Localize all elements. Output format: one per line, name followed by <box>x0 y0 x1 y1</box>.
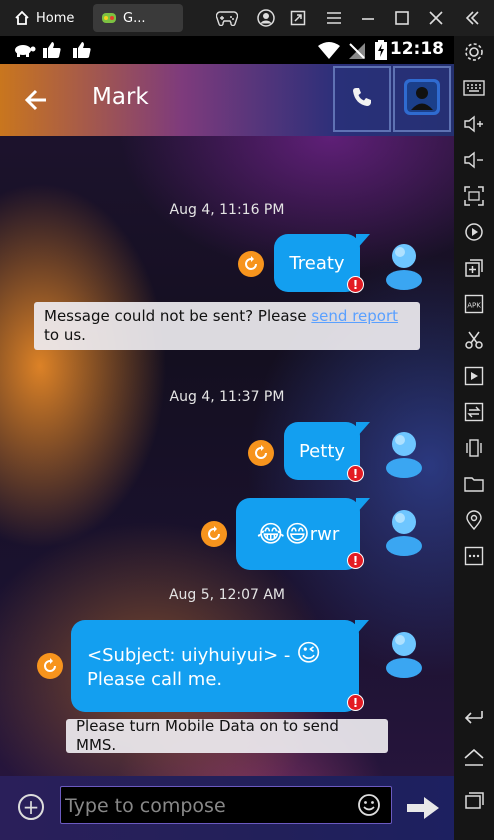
folder-icon[interactable] <box>462 472 486 496</box>
contact-name: Mark <box>92 84 149 110</box>
turtle-icon <box>12 42 36 62</box>
error-icon: ! <box>347 694 364 711</box>
message-date: Aug 4, 11:37 PM <box>169 389 285 405</box>
shake-icon[interactable] <box>462 436 486 460</box>
no-signal-icon <box>348 42 366 64</box>
contact-button[interactable] <box>393 66 451 132</box>
volume-down-icon[interactable] <box>462 148 486 172</box>
location-icon[interactable] <box>462 508 486 532</box>
sender-avatar-icon <box>384 630 424 678</box>
settings-icon[interactable] <box>462 40 486 64</box>
contact-avatar-icon <box>402 77 442 121</box>
wifi-icon <box>318 42 340 64</box>
emoji: 😉 <box>296 638 322 667</box>
message-subject: <Subject: uiyhuiyui> - <box>87 644 297 666</box>
error-icon: ! <box>347 465 364 482</box>
thumbs-up-icon <box>72 40 92 64</box>
tab-home-label: Home <box>36 10 75 26</box>
retry-icon[interactable] <box>248 440 274 466</box>
message-text: rwr <box>309 523 340 545</box>
close-icon[interactable] <box>424 6 448 30</box>
compose-bar: + <box>0 776 454 840</box>
error-icon: ! <box>347 552 364 569</box>
message-text: Petty <box>298 440 346 462</box>
volume-up-icon[interactable] <box>462 112 486 136</box>
svg-text:APK: APK <box>467 302 481 310</box>
phone-screen: 12:18 Mark Aug 4, 11:16 PM Treaty ! Mess… <box>0 36 454 840</box>
status-time: 12:18 <box>389 39 444 59</box>
send-failed-text-end: to us. <box>44 326 86 344</box>
minimize-icon[interactable] <box>356 6 380 30</box>
add-attachment-button[interactable]: + <box>18 794 44 820</box>
rotate-icon[interactable] <box>462 220 486 244</box>
back-icon[interactable] <box>462 704 486 728</box>
home-icon <box>14 10 30 26</box>
emulator-sidebar: APK <box>454 36 494 840</box>
apk-icon[interactable]: APK <box>462 292 486 316</box>
sender-avatar-icon <box>384 430 424 478</box>
game-app-icon <box>101 10 117 26</box>
video-icon[interactable] <box>462 364 486 388</box>
send-failed-text: Message could not be sent? Please <box>44 307 312 325</box>
tab-home[interactable]: Home <box>6 4 88 32</box>
screenshot-icon[interactable] <box>462 184 486 208</box>
back-arrow-icon[interactable] <box>20 82 56 118</box>
tab-game-label: G... <box>123 10 146 26</box>
sync-icon[interactable] <box>462 400 486 424</box>
message-text: Please call me. <box>87 668 223 690</box>
collapse-sidebar-icon[interactable] <box>460 6 484 30</box>
recent-apps-icon[interactable] <box>462 788 486 812</box>
gamepad-icon[interactable] <box>215 6 239 30</box>
message-date: Aug 5, 12:07 AM <box>168 587 286 603</box>
battery-charging-icon <box>375 40 387 64</box>
maximize-icon[interactable] <box>390 6 414 30</box>
send-report-link[interactable]: send report <box>311 307 398 325</box>
compose-input[interactable] <box>65 791 351 821</box>
status-bar: 12:18 <box>0 36 454 64</box>
compose-field[interactable] <box>60 786 392 824</box>
more-icon[interactable] <box>462 544 486 568</box>
call-button[interactable] <box>333 66 391 132</box>
phone-icon <box>351 86 373 112</box>
conversation-header: Mark <box>0 64 454 136</box>
account-icon[interactable] <box>254 6 278 30</box>
thumbs-up-icon <box>42 40 62 64</box>
retry-icon[interactable] <box>37 653 63 679</box>
add-window-icon[interactable] <box>462 256 486 280</box>
retry-icon[interactable] <box>201 521 227 547</box>
message-text: Treaty <box>289 252 345 274</box>
error-icon: ! <box>347 276 364 293</box>
scissors-icon[interactable] <box>462 328 486 352</box>
retry-icon[interactable] <box>238 251 264 277</box>
send-arrow-icon[interactable] <box>406 796 440 820</box>
message-date: Aug 4, 11:16 PM <box>169 202 285 218</box>
emoji: 😂 <box>256 520 285 548</box>
message-bubble[interactable]: <Subject: uiyhuiyui> - 😉 Please call me. <box>71 620 369 712</box>
mobile-data-notice: Please turn Mobile Data on to send MMS. <box>66 717 388 754</box>
mobile-data-text: Please turn Mobile Data on to send MMS. <box>76 717 339 754</box>
send-failed-notice: Message could not be sent? Please send r… <box>34 302 420 350</box>
sender-avatar-icon <box>384 508 424 556</box>
emoji: 😄 <box>284 520 310 548</box>
emulator-title-bar: Home G... <box>0 0 494 36</box>
expand-icon[interactable] <box>286 6 310 30</box>
emoji-icon[interactable] <box>357 793 381 817</box>
home-icon[interactable] <box>462 746 486 770</box>
keyboard-icon[interactable] <box>462 76 486 100</box>
menu-icon[interactable] <box>322 6 346 30</box>
message-bubble[interactable]: 😂 😄 rwr <box>236 498 370 570</box>
sender-avatar-icon <box>384 242 424 290</box>
tab-game[interactable]: G... <box>93 4 183 32</box>
